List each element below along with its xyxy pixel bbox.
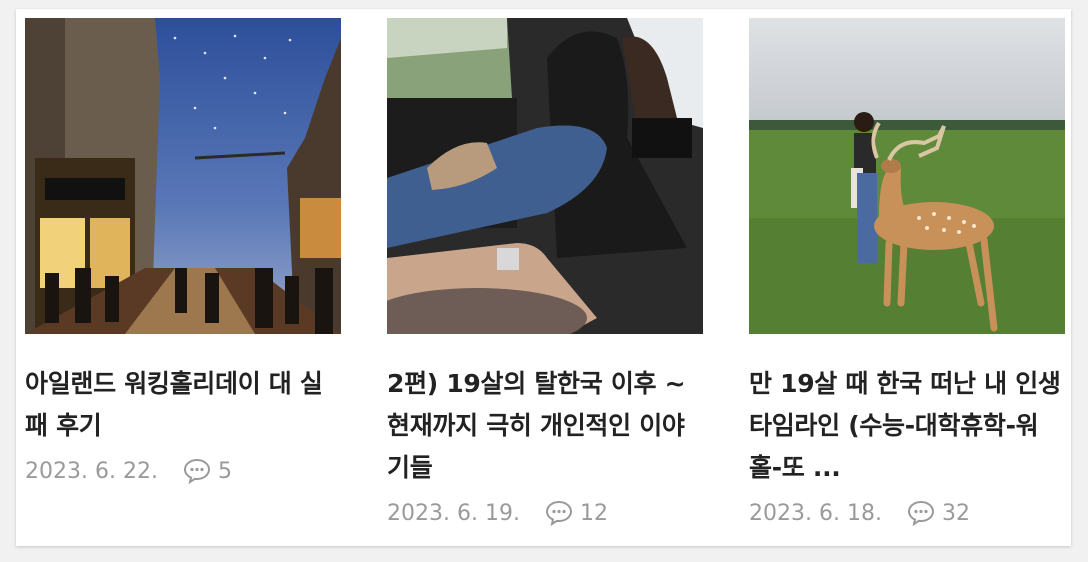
post-title[interactable]: 만 19살 때 한국 떠난 내 인생 타임라인 (수능-대학휴학-워홀-또 ..…: [749, 363, 1065, 489]
post-title[interactable]: 2편) 19살의 탈한국 이후 ~ 현재까지 극히 개인적인 이야기들: [387, 363, 703, 489]
deer-in-park-photo: [749, 18, 1065, 334]
post-meta: 2023. 6. 18. 32: [749, 497, 1065, 529]
post-date: 2023. 6. 19.: [387, 500, 520, 526]
post-card[interactable]: 2편) 19살의 탈한국 이후 ~ 현재까지 극히 개인적인 이야기들 2023…: [387, 18, 703, 529]
car-interior-photo: [387, 18, 703, 334]
post-card[interactable]: 아일랜드 워킹홀리데이 대 실패 후기 2023. 6. 22. 5: [25, 18, 341, 487]
comment-count[interactable]: 12: [544, 498, 608, 528]
speech-bubble-icon: [907, 500, 934, 527]
post-meta: 2023. 6. 19. 12: [387, 497, 703, 529]
post-list-panel: 아일랜드 워킹홀리데이 대 실패 후기 2023. 6. 22. 5 2편) 1…: [16, 9, 1071, 546]
speech-bubble-icon: [183, 458, 210, 485]
post-title[interactable]: 아일랜드 워킹홀리데이 대 실패 후기: [25, 363, 341, 447]
post-date: 2023. 6. 18.: [749, 500, 882, 526]
post-thumbnail[interactable]: [749, 18, 1065, 334]
post-meta: 2023. 6. 22. 5: [25, 455, 341, 487]
post-thumbnail[interactable]: [387, 18, 703, 334]
comment-count-value: 12: [579, 500, 608, 526]
post-thumbnail[interactable]: [25, 18, 341, 334]
speech-bubble-icon: [545, 500, 572, 527]
street-photo: [25, 18, 341, 334]
comment-count-value: 5: [217, 458, 232, 484]
post-card[interactable]: 만 19살 때 한국 떠난 내 인생 타임라인 (수능-대학휴학-워홀-또 ..…: [749, 18, 1065, 529]
comment-count-value: 32: [941, 500, 970, 526]
comment-count[interactable]: 32: [906, 498, 970, 528]
comment-count[interactable]: 5: [182, 456, 232, 486]
post-date: 2023. 6. 22.: [25, 458, 158, 484]
